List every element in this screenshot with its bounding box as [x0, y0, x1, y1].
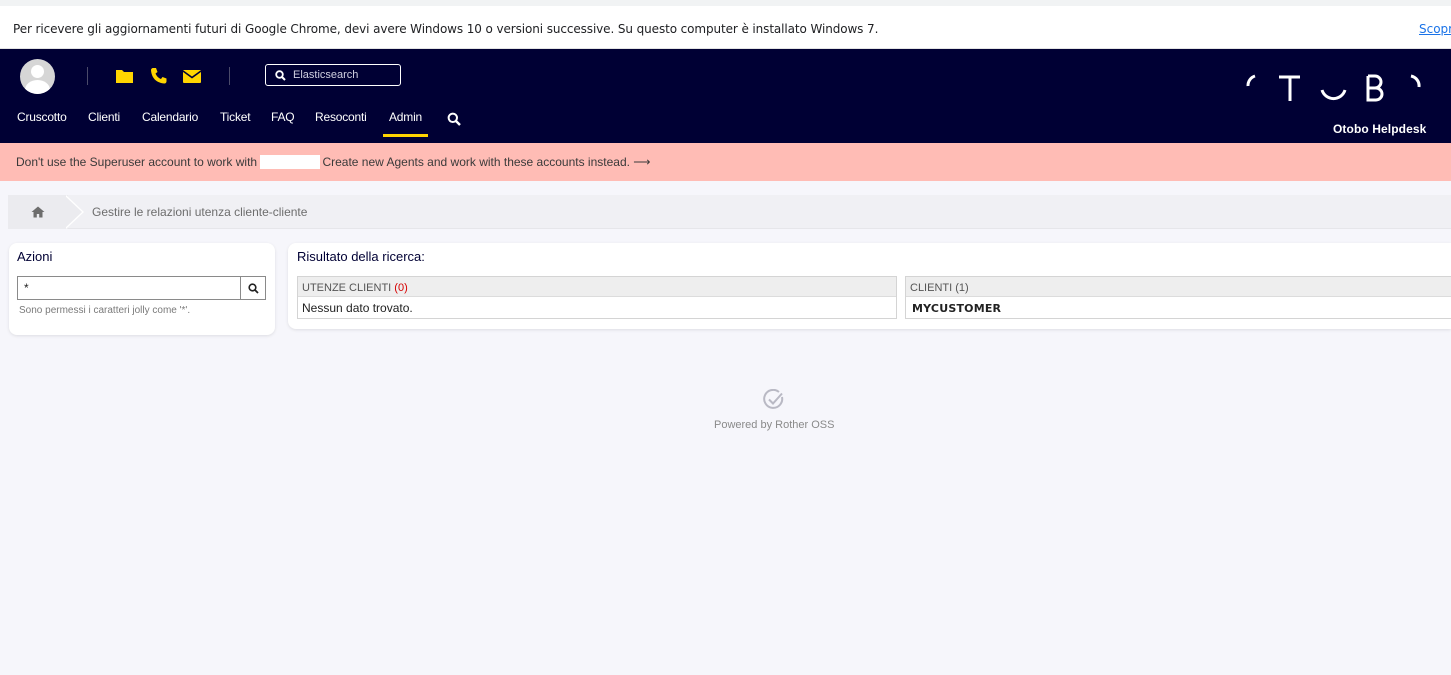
folder-icon[interactable]	[115, 66, 135, 86]
search-icon	[247, 282, 259, 294]
phone-icon[interactable]	[149, 66, 169, 86]
customer-users-count: (0)	[394, 282, 408, 294]
customer-users-table: UTENZE CLIENTI (0) Nessun dato trovato.	[297, 276, 897, 319]
nav-item-resoconti[interactable]: Resoconti	[315, 110, 367, 124]
actions-title: Azioni	[17, 249, 53, 264]
header-divider	[229, 67, 230, 85]
nav-item-admin[interactable]: Admin	[382, 110, 429, 137]
customers-header-label: CLIENTI	[910, 282, 953, 294]
nav-item-ticket[interactable]: Ticket	[220, 110, 251, 124]
powered-by[interactable]: Powered by Rother OSS	[714, 419, 834, 431]
warning-text-before: Don't use the Superuser account to work …	[16, 155, 258, 169]
wildcard-hint: Sono permessi i caratteri jolly come '*'…	[19, 305, 191, 316]
customer-search-button[interactable]	[240, 276, 266, 300]
home-icon	[31, 206, 45, 218]
customer-users-header-label: UTENZE CLIENTI	[302, 282, 392, 294]
elasticsearch-box[interactable]	[265, 64, 401, 86]
warning-text[interactable]: Don't use the Superuser account to work …	[16, 155, 651, 169]
breadcrumb-separator-inner	[64, 195, 82, 229]
envelope-icon[interactable]	[182, 66, 202, 86]
breadcrumb-current: Gestire le relazioni utenza cliente-clie…	[92, 205, 308, 219]
rother-oss-icon	[763, 389, 784, 409]
results-title: Risultato della ricerca:	[297, 249, 425, 264]
header-divider	[87, 67, 88, 85]
nav-item-clienti[interactable]: Clienti	[88, 110, 120, 124]
browser-info-bar: Per ricevere gli aggiornamenti futuri di…	[0, 0, 1451, 49]
otobo-logo	[1246, 74, 1421, 102]
redaction-box	[260, 155, 320, 169]
customers-header: CLIENTI (1)	[906, 277, 1451, 297]
breadcrumb-home[interactable]	[8, 195, 68, 229]
customer-users-empty: Nessun dato trovato.	[302, 301, 413, 315]
app-header: Cruscotto Clienti Calendario Ticket FAQ …	[0, 49, 1451, 143]
actions-panel: Azioni Sono permessi i caratteri jolly c…	[9, 243, 275, 335]
search-icon	[275, 70, 286, 81]
superuser-warning: Don't use the Superuser account to work …	[0, 143, 1451, 181]
breadcrumb: Gestire le relazioni utenza cliente-clie…	[8, 195, 1451, 229]
nav-item-faq[interactable]: FAQ	[271, 110, 295, 124]
brand-subtitle: Otobo Helpdesk	[1333, 122, 1427, 136]
customer-users-header: UTENZE CLIENTI (0)	[298, 277, 896, 297]
nav-item-cruscotto[interactable]: Cruscotto	[17, 110, 67, 124]
elasticsearch-input[interactable]	[293, 67, 397, 83]
results-panel: Risultato della ricerca: UTENZE CLIENTI …	[288, 243, 1451, 329]
customer-search-input[interactable]	[17, 276, 241, 300]
nav-search-icon[interactable]	[447, 112, 461, 126]
customers-count: (1)	[955, 282, 969, 294]
browser-info-link[interactable]: Scopri	[1419, 22, 1451, 36]
table-row[interactable]: MYCUSTOMER	[906, 297, 1451, 318]
warning-text-after: Create new Agents and work with these ac…	[322, 155, 651, 169]
browser-info-message: Per ricevere gli aggiornamenti futuri di…	[13, 22, 879, 36]
customers-table: CLIENTI (1) MYCUSTOMER	[905, 276, 1451, 319]
nav-item-calendario[interactable]: Calendario	[142, 110, 198, 124]
user-avatar-icon[interactable]	[20, 59, 55, 94]
